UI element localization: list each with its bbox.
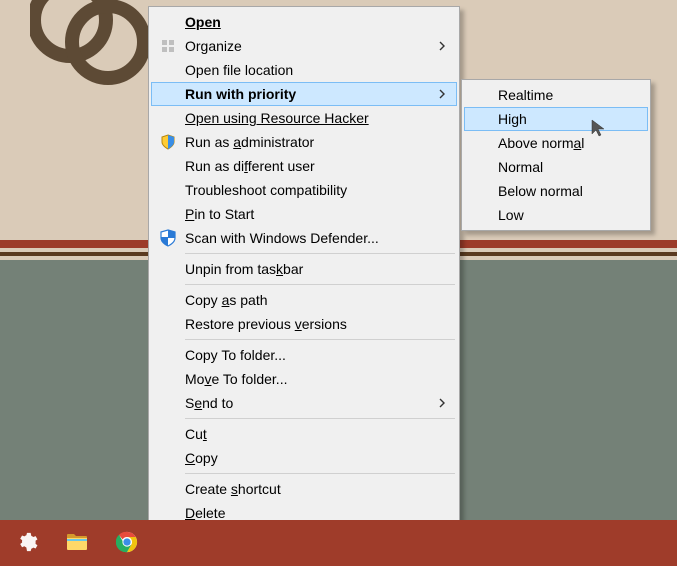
submenu-high-label: High <box>498 111 527 127</box>
chrome-icon <box>116 531 138 556</box>
menu-unpin-taskbar[interactable]: Unpin from taskbar <box>151 257 457 281</box>
menu-run-as-different-user[interactable]: Run as different user <box>151 154 457 178</box>
submenu-above-normal[interactable]: Above normal <box>464 131 648 155</box>
menu-move-to-folder-label: Move To folder... <box>185 371 287 387</box>
menu-open[interactable]: Open <box>151 10 457 34</box>
taskbar-file-explorer[interactable] <box>52 520 102 566</box>
submenu-below-normal[interactable]: Below normal <box>464 179 648 203</box>
organize-icon <box>157 35 179 57</box>
menu-send-to-label: Send to <box>185 395 233 411</box>
submenu-normal-label: Normal <box>498 159 543 175</box>
submenu-high[interactable]: High <box>464 107 648 131</box>
menu-delete-label: Delete <box>185 505 225 521</box>
menu-send-to[interactable]: Send to <box>151 391 457 415</box>
menu-separator <box>185 418 455 419</box>
menu-copy-to-folder[interactable]: Copy To folder... <box>151 343 457 367</box>
menu-organize-label: Organize <box>185 38 242 54</box>
menu-cut-label: Cut <box>185 426 207 442</box>
menu-separator <box>185 253 455 254</box>
menu-restore-previous-label: Restore previous versions <box>185 316 347 332</box>
submenu-normal[interactable]: Normal <box>464 155 648 179</box>
menu-open-resource-hacker[interactable]: Open using Resource Hacker <box>151 106 457 130</box>
menu-run-as-admin-label: Run as administrator <box>185 134 314 150</box>
menu-create-shortcut[interactable]: Create shortcut <box>151 477 457 501</box>
menu-pin-to-start[interactable]: Pin to Start <box>151 202 457 226</box>
menu-copy-to-folder-label: Copy To folder... <box>185 347 286 363</box>
menu-cut[interactable]: Cut <box>151 422 457 446</box>
submenu-above-normal-label: Above normal <box>498 135 584 151</box>
menu-pin-to-start-label: Pin to Start <box>185 206 254 222</box>
chevron-right-icon <box>439 38 447 54</box>
gear-icon <box>16 531 38 556</box>
menu-separator <box>185 339 455 340</box>
chevron-right-icon <box>439 395 447 411</box>
menu-separator <box>185 473 455 474</box>
menu-restore-previous[interactable]: Restore previous versions <box>151 312 457 336</box>
menu-open-file-location-label: Open file location <box>185 62 293 78</box>
menu-open-rh-label: Open using Resource Hacker <box>185 110 369 126</box>
menu-run-with-priority-label: Run with priority <box>185 86 296 102</box>
menu-scan-defender[interactable]: Scan with Windows Defender... <box>151 226 457 250</box>
menu-scan-defender-label: Scan with Windows Defender... <box>185 230 379 246</box>
folder-icon <box>65 531 89 556</box>
taskbar-chrome[interactable] <box>102 520 152 566</box>
taskbar <box>0 520 677 566</box>
submenu-below-normal-label: Below normal <box>498 183 583 199</box>
shield-admin-icon <box>157 131 179 153</box>
menu-troubleshoot-label: Troubleshoot compatibility <box>185 182 347 198</box>
submenu-realtime[interactable]: Realtime <box>464 83 648 107</box>
menu-run-as-diff-label: Run as different user <box>185 158 315 174</box>
menu-create-shortcut-label: Create shortcut <box>185 481 281 497</box>
menu-move-to-folder[interactable]: Move To folder... <box>151 367 457 391</box>
menu-organize[interactable]: Organize <box>151 34 457 58</box>
menu-troubleshoot[interactable]: Troubleshoot compatibility <box>151 178 457 202</box>
menu-copy-as-path[interactable]: Copy as path <box>151 288 457 312</box>
chevron-right-icon <box>439 86 447 102</box>
submenu-low[interactable]: Low <box>464 203 648 227</box>
menu-copy-label: Copy <box>185 450 218 466</box>
menu-copy-as-path-label: Copy as path <box>185 292 268 308</box>
menu-run-as-admin[interactable]: Run as administrator <box>151 130 457 154</box>
submenu-realtime-label: Realtime <box>498 87 553 103</box>
taskbar-settings[interactable] <box>2 520 52 566</box>
menu-run-with-priority[interactable]: Run with priority <box>151 82 457 106</box>
context-menu: Open Organize Open file location Run wit… <box>148 6 460 560</box>
defender-shield-icon <box>157 227 179 249</box>
menu-separator <box>185 284 455 285</box>
menu-unpin-taskbar-label: Unpin from taskbar <box>185 261 303 277</box>
submenu-low-label: Low <box>498 207 524 223</box>
menu-copy[interactable]: Copy <box>151 446 457 470</box>
wallpaper-ornament <box>30 0 150 100</box>
menu-open-file-location[interactable]: Open file location <box>151 58 457 82</box>
priority-submenu: Realtime High Above normal Normal Below … <box>461 79 651 231</box>
